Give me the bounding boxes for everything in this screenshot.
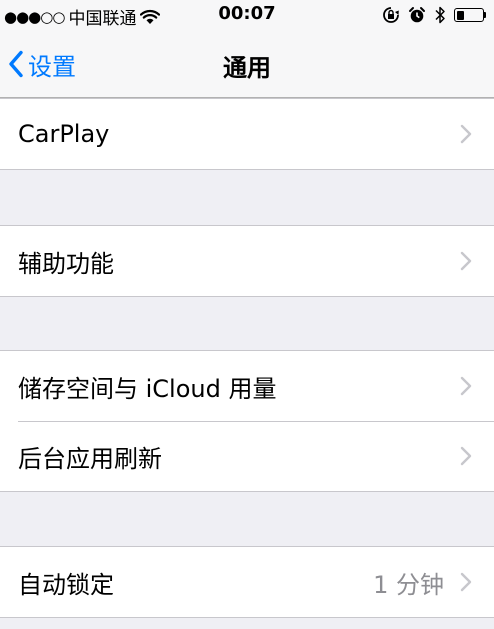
row-label: 自动锁定 xyxy=(18,570,114,599)
status-right xyxy=(382,5,488,25)
chevron-right-icon xyxy=(460,251,472,271)
chevron-right-icon xyxy=(460,124,472,144)
settings-group-storage: 储存空间与 iCloud 用量 后台应用刷新 xyxy=(0,350,494,492)
row-label: 后台应用刷新 xyxy=(18,444,162,473)
settings-screen: ●●●○○ 中国联通 00:07 设置 通用 CarPlay 辅助功能 储存空间… xyxy=(0,0,494,629)
row-background-app-refresh[interactable]: 后台应用刷新 xyxy=(0,421,494,491)
chevron-right-icon xyxy=(460,376,472,396)
row-accessibility[interactable]: 辅助功能 xyxy=(0,226,494,296)
row-label: CarPlay xyxy=(18,120,110,148)
bluetooth-icon xyxy=(435,6,445,24)
battery-icon xyxy=(454,7,488,23)
chevron-right-icon xyxy=(460,446,472,466)
rotation-lock-icon xyxy=(383,7,399,23)
row-auto-lock[interactable]: 自动锁定 1 分钟 xyxy=(0,547,494,617)
status-bar: ●●●○○ 中国联通 00:07 xyxy=(0,0,494,30)
alarm-icon xyxy=(409,7,425,23)
row-label: 储存空间与 iCloud 用量 xyxy=(18,374,277,403)
row-storage-icloud-usage[interactable]: 储存空间与 iCloud 用量 xyxy=(0,351,494,421)
navigation-bar: 设置 通用 xyxy=(0,30,494,98)
row-value: 1 分钟 xyxy=(373,570,444,599)
row-label: 辅助功能 xyxy=(18,249,114,278)
settings-group-auto-lock: 自动锁定 1 分钟 xyxy=(0,546,494,618)
page-title: 通用 xyxy=(223,54,271,82)
settings-group-accessibility: 辅助功能 xyxy=(0,225,494,297)
settings-group-carplay: CarPlay xyxy=(0,98,494,170)
chevron-right-icon xyxy=(460,572,472,592)
row-carplay[interactable]: CarPlay xyxy=(0,99,494,169)
